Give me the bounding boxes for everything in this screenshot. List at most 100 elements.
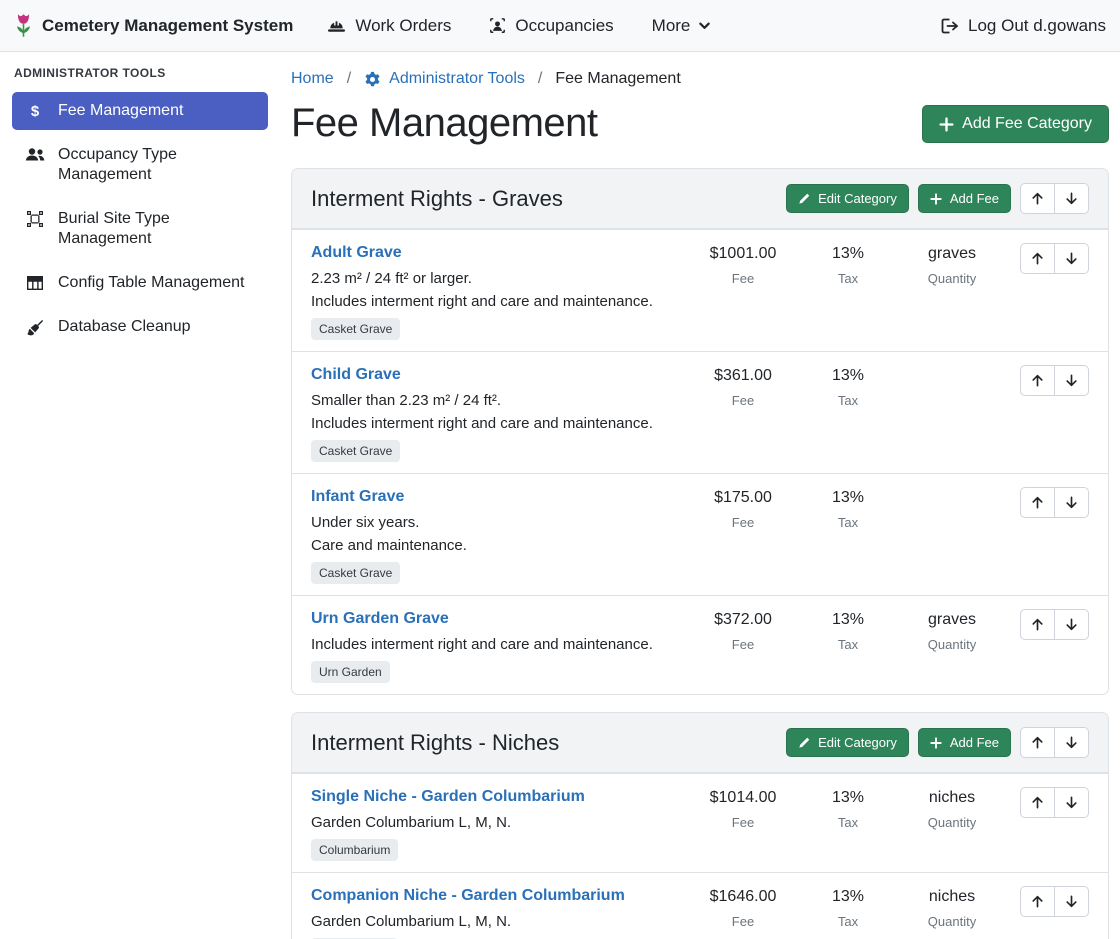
users-icon bbox=[24, 147, 46, 162]
add-fee-button[interactable]: Add Fee bbox=[918, 728, 1011, 757]
sidebar-item-config-table-management[interactable]: Config Table Management bbox=[12, 264, 268, 302]
pencil-icon bbox=[798, 737, 810, 749]
fee-name-link[interactable]: Single Niche - Garden Columbarium bbox=[311, 787, 585, 807]
move-fee-down-button[interactable] bbox=[1054, 243, 1089, 274]
nav-label: More bbox=[652, 16, 691, 36]
fee-amount-column: $1001.00 Fee bbox=[682, 243, 804, 286]
app-brand[interactable]: Cemetery Management System bbox=[14, 12, 293, 39]
main-nav: Work Orders Occupancies More bbox=[327, 16, 710, 36]
breadcrumb-home[interactable]: Home bbox=[291, 70, 334, 88]
move-fee-down-button[interactable] bbox=[1054, 787, 1089, 818]
nav-more[interactable]: More bbox=[652, 16, 711, 36]
vector-square-icon bbox=[24, 211, 46, 227]
sidebar-item-database-cleanup[interactable]: Database Cleanup bbox=[12, 308, 268, 346]
sidebar-item-burial-site-type-management[interactable]: Burial Site Type Management bbox=[12, 200, 268, 258]
app-title: Cemetery Management System bbox=[42, 16, 293, 36]
breadcrumb-admin-tools[interactable]: Administrator Tools bbox=[364, 70, 525, 88]
fee-quantity-label: Quantity bbox=[892, 914, 1012, 929]
table-icon bbox=[24, 275, 46, 291]
fee-info: Infant Grave Under six years. Care and m… bbox=[311, 487, 682, 584]
fee-quantity-column: graves Quantity bbox=[892, 609, 1012, 652]
sidebar-item-label: Database Cleanup bbox=[58, 317, 191, 337]
move-fee-down-button[interactable] bbox=[1054, 609, 1089, 640]
move-fee-down-button[interactable] bbox=[1054, 365, 1089, 396]
fee-quantity: niches bbox=[892, 887, 1012, 907]
move-category-down-button[interactable] bbox=[1054, 183, 1089, 214]
plus-icon bbox=[930, 737, 942, 749]
pencil-icon bbox=[798, 193, 810, 205]
add-fee-category-button[interactable]: Add Fee Category bbox=[922, 105, 1109, 143]
fee-row: Companion Niche - Garden Columbarium Gar… bbox=[292, 872, 1108, 939]
edit-category-label: Edit Category bbox=[818, 191, 897, 206]
fee-quantity: graves bbox=[892, 244, 1012, 264]
move-category-up-button[interactable] bbox=[1020, 183, 1055, 214]
arrow-up-icon bbox=[1031, 796, 1044, 809]
move-fee-up-button[interactable] bbox=[1020, 886, 1055, 917]
fee-quantity-column bbox=[892, 365, 1012, 366]
move-category-down-button[interactable] bbox=[1054, 727, 1089, 758]
add-fee-label: Add Fee bbox=[950, 191, 999, 206]
move-category-up-button[interactable] bbox=[1020, 727, 1055, 758]
fee-reorder-buttons bbox=[1020, 243, 1089, 274]
fee-type-badge: Casket Grave bbox=[311, 440, 400, 462]
fee-tax-label: Tax bbox=[804, 637, 892, 652]
fee-info: Child Grave Smaller than 2.23 m² / 24 ft… bbox=[311, 365, 682, 462]
arrow-down-icon bbox=[1065, 796, 1078, 809]
edit-category-button[interactable]: Edit Category bbox=[786, 184, 909, 213]
arrow-up-icon bbox=[1031, 736, 1044, 749]
category-header: Interment Rights - Graves Edit Category … bbox=[292, 169, 1108, 229]
nav-work-orders[interactable]: Work Orders bbox=[327, 16, 451, 36]
fee-tax-label: Tax bbox=[804, 271, 892, 286]
fee-name-link[interactable]: Child Grave bbox=[311, 365, 401, 385]
arrow-up-icon bbox=[1031, 252, 1044, 265]
fee-reorder-buttons bbox=[1020, 787, 1089, 818]
fee-amount: $361.00 bbox=[682, 366, 804, 386]
logout-icon bbox=[941, 18, 959, 34]
fee-description: Includes interment right and care and ma… bbox=[311, 291, 672, 312]
fee-type-badge: Columbarium bbox=[311, 839, 398, 861]
fee-name-link[interactable]: Infant Grave bbox=[311, 487, 404, 507]
fee-name-link[interactable]: Adult Grave bbox=[311, 243, 402, 263]
arrow-down-icon bbox=[1065, 192, 1078, 205]
fee-name-link[interactable]: Companion Niche - Garden Columbarium bbox=[311, 886, 625, 906]
nav-occupancies[interactable]: Occupancies bbox=[489, 16, 613, 36]
person-bounding-box-icon bbox=[489, 17, 506, 34]
move-fee-up-button[interactable] bbox=[1020, 365, 1055, 396]
fee-info: Adult Grave 2.23 m² / 24 ft² or larger. … bbox=[311, 243, 682, 340]
fee-amount: $1001.00 bbox=[682, 244, 804, 264]
category-reorder-buttons bbox=[1020, 727, 1089, 758]
move-fee-down-button[interactable] bbox=[1054, 886, 1089, 917]
fee-amount-column: $1646.00 Fee bbox=[682, 886, 804, 929]
arrow-down-icon bbox=[1065, 895, 1078, 908]
move-fee-down-button[interactable] bbox=[1054, 487, 1089, 518]
fee-quantity: graves bbox=[892, 610, 1012, 630]
fee-amount: $372.00 bbox=[682, 610, 804, 630]
fee-tax: 13% bbox=[804, 610, 892, 630]
move-fee-up-button[interactable] bbox=[1020, 787, 1055, 818]
sidebar-item-fee-management[interactable]: $ Fee Management bbox=[12, 92, 268, 130]
broom-icon bbox=[24, 319, 46, 336]
logout-button[interactable]: Log Out d.gowans bbox=[941, 16, 1106, 36]
add-fee-button[interactable]: Add Fee bbox=[918, 184, 1011, 213]
edit-category-button[interactable]: Edit Category bbox=[786, 728, 909, 757]
breadcrumb: Home / Administrator Tools / Fee Managem… bbox=[291, 66, 1109, 88]
move-fee-up-button[interactable] bbox=[1020, 609, 1055, 640]
category-title: Interment Rights - Niches bbox=[311, 730, 777, 756]
main-content: Home / Administrator Tools / Fee Managem… bbox=[280, 52, 1120, 939]
sidebar-header: Administrator Tools bbox=[12, 64, 268, 92]
hard-hat-icon bbox=[327, 18, 346, 34]
move-fee-up-button[interactable] bbox=[1020, 243, 1055, 274]
nav-label: Work Orders bbox=[355, 16, 451, 36]
fee-tax-column: 13% Tax bbox=[804, 243, 892, 286]
move-fee-up-button[interactable] bbox=[1020, 487, 1055, 518]
fee-quantity-label: Quantity bbox=[892, 815, 1012, 830]
chevron-down-icon bbox=[699, 22, 710, 30]
sidebar-item-occupancy-type-management[interactable]: Occupancy Type Management bbox=[12, 136, 268, 194]
top-navbar: Cemetery Management System Work Orders O… bbox=[0, 0, 1120, 52]
arrow-down-icon bbox=[1065, 736, 1078, 749]
breadcrumb-current: Fee Management bbox=[555, 70, 680, 88]
fee-amount-label: Fee bbox=[682, 815, 804, 830]
fee-name-link[interactable]: Urn Garden Grave bbox=[311, 609, 449, 629]
fee-description: Garden Columbarium L, M, N. bbox=[311, 911, 672, 932]
page-title: Fee Management bbox=[291, 100, 598, 146]
